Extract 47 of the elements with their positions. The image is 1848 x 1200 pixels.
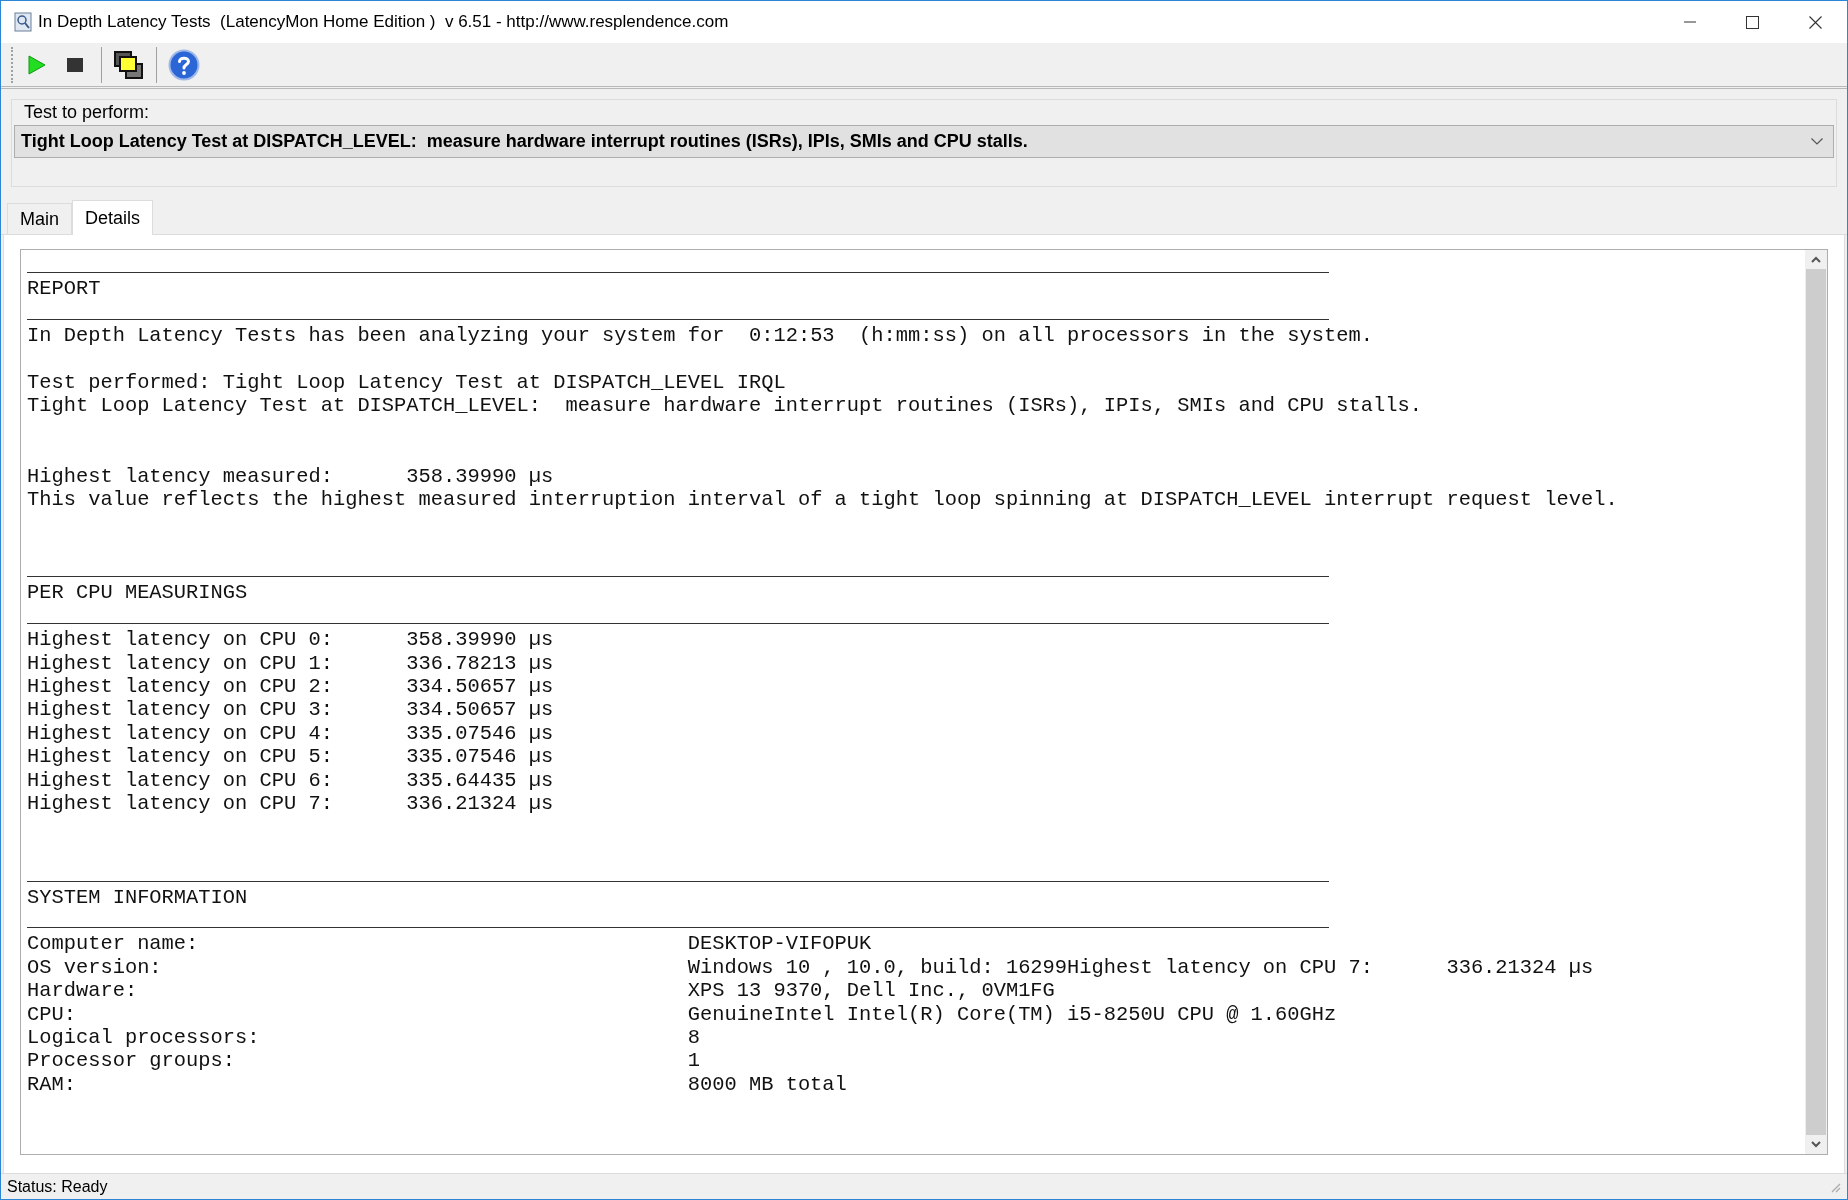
report-line: Tight Loop Latency Test at DISPATCH_LEVEL: measure hardware interrupt routines (ISRs), IPIs, SMIs and CPU stalls. [27,394,1422,418]
field-label: RAM: [27,1072,77,1097]
field-label: OS version: [27,955,163,980]
field-label: Computer name: [27,932,200,956]
report-line: Test performed: Tight Loop Latency Test at DISPATCH_LEVEL IRQL [27,370,786,395]
field-value: DESKTOP-VIFOPUK [687,932,872,956]
report-line: In Depth Latency Tests has been analyzing your system for 0:12:53 (h:mm:ss) on all processors in the system. [27,324,1373,348]
field-label: CPU: [27,1002,77,1026]
report-line: Highest latency on CPU 2: 334.50657 µs [27,675,554,699]
field-value: GenuineIntel Intel(R) Core(TM) i5-8250U CPU @ 1.60GHz [687,1002,1337,1026]
report-line: Highest latency measured: 358.39990 µs [27,464,554,488]
report-line: Highest latency on CPU 5: 335.07546 µs [27,745,554,769]
field-value: 8000 MB total [687,1072,847,1097]
scroll-down-icon [1811,1141,1821,1148]
report-line: Highest latency on CPU 1: 336.78213 µs [27,651,554,676]
report-line: Highest latency on CPU 3: 334.50657 µs [27,698,554,722]
close-icon [1809,15,1822,29]
report-line: PER CPU MEASURINGS [27,581,248,605]
report-line: Highest latency on CPU 7: 336.21324 µs [27,792,554,816]
field-label: Processor groups: [27,1049,237,1073]
field-value: 1 [687,1049,700,1073]
report-line: REPORT [27,277,101,301]
window-title: In Depth Latency Tests (LatencyMon Home Edition ) v 6.51 - http://www.resplendence.com [38,11,729,34]
stacked-squares-icon [114,50,144,79]
maximize-icon [1746,15,1759,29]
app-icon [14,12,32,32]
status-text: Status: Ready [7,1176,109,1197]
field-label: Hardware: [27,979,139,1003]
chevron-down-icon [1811,138,1823,145]
report-line: Highest latency on CPU 0: 358.39990 µs [27,628,554,652]
report-line: This value reflects the highest measured interruption interval of a tight loop spinning at DISPATCH_LEVEL interrupt request level. [27,487,1618,512]
field-value: Windows 10 , 10.0, build: 16299Highest latency on CPU 7: 336.21324 µs [687,955,1594,980]
minimize-icon [1683,21,1696,23]
report-line: Highest latency on CPU 6: 335.64435 µs [27,768,554,792]
group-label: Test to perform: [24,102,150,122]
field-value: 8 [687,1025,700,1050]
play-icon [28,54,46,75]
stop-icon [67,57,83,72]
scroll-up-icon [1811,256,1821,263]
field-label: Logical processors: [27,1025,261,1050]
report-line: SYSTEM INFORMATION [27,885,248,909]
field-value: XPS 13 9370, Dell Inc., 0VM1FG [687,979,1055,1003]
test-dropdown[interactable]: Tight Loop Latency Test at DISPATCH_LEVEL: measure hardware interrupt routines (ISRs), IPIs, SMIs and CPU stalls. [14,125,1834,158]
help-icon [168,48,200,81]
tab[interactable]: Details [72,200,154,235]
report-line: Highest latency on CPU 4: 335.07546 µs [27,721,554,746]
tab[interactable]: Main [7,203,72,234]
